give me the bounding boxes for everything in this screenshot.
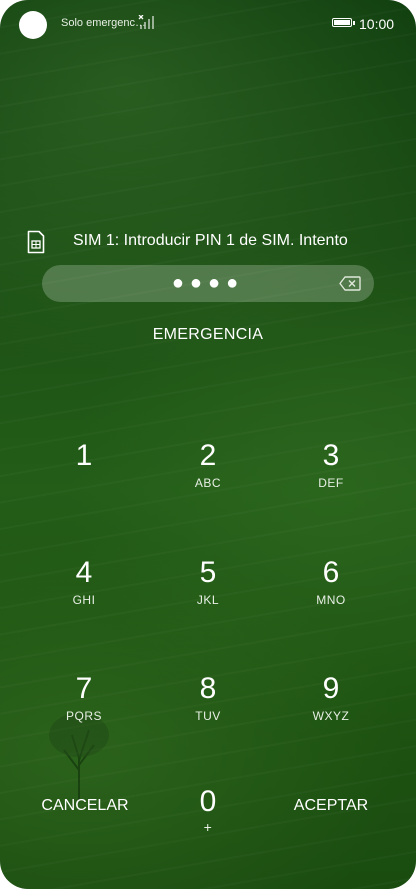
- key-digit: 7: [75, 672, 93, 705]
- key-letters: PQRS: [65, 709, 102, 723]
- sim-pin-prompt: SIM 1: Introducir PIN 1 de SIM. Intento: [0, 228, 416, 258]
- key-6[interactable]: 6 MNO: [266, 557, 396, 627]
- battery-full-icon: [332, 18, 355, 27]
- key-3[interactable]: 3 DEF: [266, 440, 396, 510]
- key-letters: MNO: [316, 593, 346, 607]
- key-5[interactable]: 5 JKL: [143, 557, 273, 627]
- key-digit: 3: [322, 439, 340, 472]
- key-digit: 6: [322, 556, 340, 589]
- key-letters: TUV: [195, 709, 221, 723]
- key-letters: ABC: [194, 476, 222, 490]
- key-0[interactable]: 0 +: [143, 786, 273, 856]
- carrier-label: Solo emergenc…: [61, 17, 146, 29]
- key-7[interactable]: 7 PQRS: [19, 673, 149, 743]
- key-letters: DEF: [318, 476, 344, 490]
- key-digit: 0: [199, 785, 217, 818]
- key-letters: WXYZ: [312, 709, 350, 723]
- emergency-button[interactable]: EMERGENCIA: [0, 326, 416, 344]
- key-letters: GHI: [72, 593, 96, 607]
- key-1[interactable]: 1: [19, 440, 149, 510]
- pin-dots: ●●●●: [171, 272, 245, 294]
- key-4[interactable]: 4 GHI: [19, 557, 149, 627]
- key-8[interactable]: 8 TUV: [143, 673, 273, 743]
- key-digit: 1: [75, 439, 93, 472]
- front-camera: [19, 11, 47, 39]
- sim-message: SIM 1: Introducir PIN 1 de SIM. Intento: [73, 232, 348, 249]
- pin-input[interactable]: ●●●●: [42, 265, 374, 302]
- key-2[interactable]: 2 ABC: [143, 440, 273, 510]
- clock: 10:00: [359, 16, 395, 32]
- cancel-button[interactable]: CANCELAR: [20, 797, 150, 815]
- key-letters: +: [203, 819, 213, 835]
- key-digit: 9: [322, 672, 340, 705]
- key-digit: 2: [199, 439, 217, 472]
- key-letters: JKL: [196, 593, 220, 607]
- key-digit: 8: [199, 672, 217, 705]
- key-9[interactable]: 9 WXYZ: [266, 673, 396, 743]
- status-bar: Solo emergenc… 10:00: [0, 0, 416, 48]
- accept-button[interactable]: ACEPTAR: [266, 797, 396, 815]
- no-signal-icon: [138, 15, 154, 29]
- sim-card-icon: [27, 230, 45, 254]
- key-digit: 5: [199, 556, 217, 589]
- lock-screen: Solo emergenc… 10:00 SIM 1: Introducir P…: [0, 0, 416, 889]
- backspace-icon[interactable]: [339, 276, 361, 291]
- key-digit: 4: [75, 556, 93, 589]
